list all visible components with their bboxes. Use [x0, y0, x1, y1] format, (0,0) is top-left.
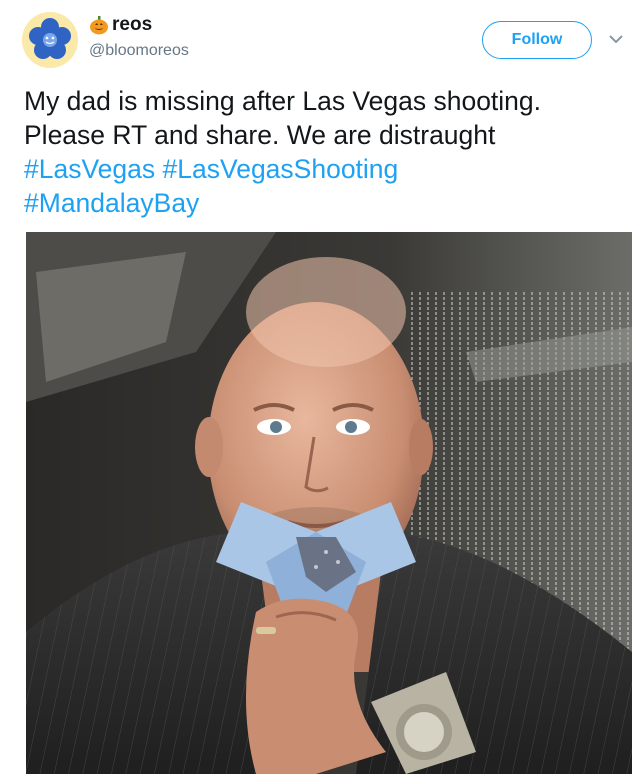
- flower-avatar-image: [22, 12, 78, 68]
- display-name: reos: [112, 14, 153, 35]
- tweet-card: reos @bloomoreos Follow My dad is missin…: [0, 0, 632, 774]
- display-name-row[interactable]: reos: [89, 14, 152, 36]
- jack-o-lantern-icon: [90, 16, 108, 35]
- follow-button[interactable]: Follow: [482, 21, 592, 59]
- tweet-text: My dad is missing after Las Vegas shooti…: [24, 84, 624, 220]
- chevron-down-icon[interactable]: [608, 33, 624, 45]
- tweet-text-line: Please RT and share. We are distraught: [24, 120, 496, 150]
- hashtag-link[interactable]: #MandalayBay: [24, 188, 199, 218]
- hashtag-link[interactable]: #LasVegasShooting: [163, 154, 399, 184]
- avatar[interactable]: [22, 12, 78, 68]
- photo-of-man-in-suit: [26, 232, 632, 774]
- user-handle[interactable]: @bloomoreos: [89, 42, 189, 60]
- hashtag-link[interactable]: #LasVegas: [24, 154, 155, 184]
- tweet-photo[interactable]: [26, 232, 632, 774]
- tweet-text-line: My dad is missing after Las Vegas shooti…: [24, 86, 542, 116]
